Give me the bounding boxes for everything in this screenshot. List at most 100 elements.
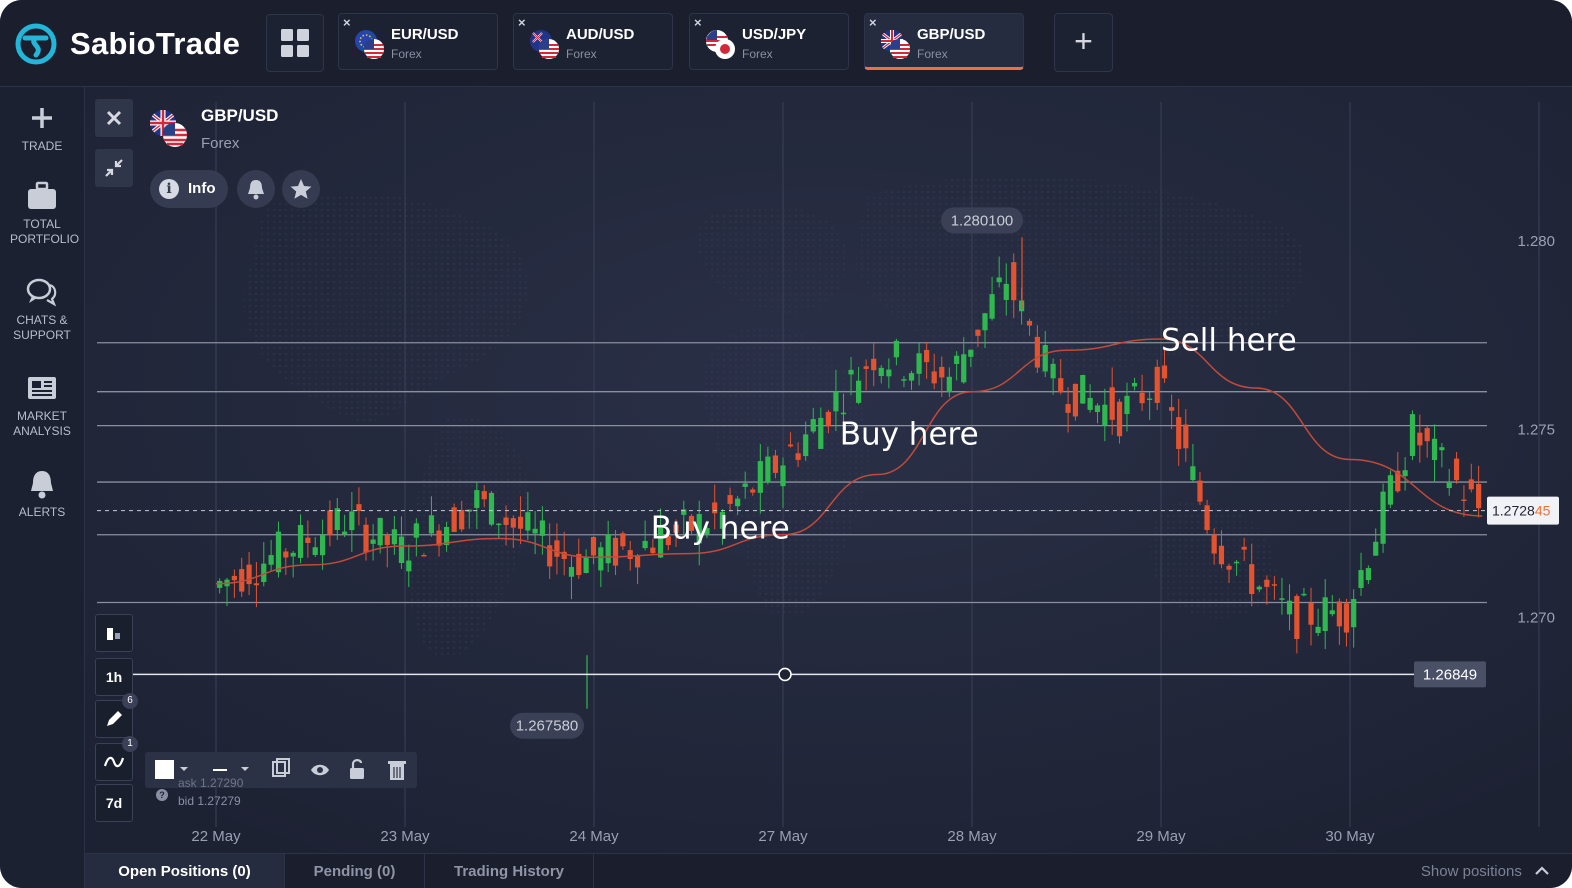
candle-body [1329,610,1335,615]
candle-body [246,564,252,585]
drawing-tools-button[interactable]: 6 [95,693,138,738]
tab-close-icon[interactable]: × [694,15,702,30]
candle-body [363,524,369,553]
candle-body [833,391,839,412]
tab-open-positions[interactable]: Open Positions (0) [85,854,285,888]
candle-body [954,355,960,364]
line-handle[interactable] [778,667,792,682]
y-tick-label: 1.275 [1517,421,1555,438]
low-marker-label: 1.267580 [516,718,579,735]
candle-body [290,552,296,557]
candle-body [848,369,854,375]
indicators-button[interactable]: 1 [95,736,138,781]
tab-close-icon[interactable]: × [518,15,526,30]
tab-trading-history[interactable]: Trading History [425,854,594,888]
candle-body [1218,545,1225,565]
candle-body [319,534,326,556]
x-tick-label: 24 May [569,828,619,845]
candle-body [327,510,333,536]
alert-button[interactable] [237,170,275,208]
range-button[interactable]: 7d [95,784,133,822]
x-tick-label: 28 May [947,828,997,845]
candle-body [1211,534,1217,554]
candle-body [908,373,915,381]
candle-body [1431,438,1438,460]
chart-type-button[interactable] [95,614,133,652]
chart-annotation: Buy here [840,416,979,452]
color-swatch[interactable] [155,760,174,779]
candle-body [939,366,945,378]
tab-close-icon[interactable]: × [343,15,351,30]
info-button[interactable]: i Info [150,170,228,208]
sidebar-item-chats-support[interactable]: CHATS & SUPPORT [0,275,84,343]
symbol-name: GBP/USD [201,106,279,125]
eye-icon[interactable] [311,764,329,776]
sidebar-item-alerts[interactable]: ALERTS [0,467,84,520]
candle-body [1183,424,1189,449]
candle-body [1468,479,1474,490]
candle-body [757,461,763,493]
layout-grid-button[interactable] [266,14,324,72]
bid-price: bid 1.27279 [178,794,241,808]
tab-gbp-usd[interactable]: × GBP/USD Forex [864,13,1024,70]
sidebar-item-market-analysis[interactable]: MARKET ANALYSIS [0,371,84,439]
candle-body [1102,404,1108,426]
sidebar-item-label: MARKET ANALYSIS [13,409,71,438]
candle-body [334,508,340,530]
drawing-count-badge: 6 [122,693,138,709]
tab-close-icon[interactable]: × [869,15,877,30]
tab-usd-jpy[interactable]: × USD/JPY Forex [689,13,849,70]
collapse-chart-button[interactable] [95,149,133,187]
candle-body [421,555,427,557]
sidebar: TRADE TOTAL PORTFOLIO CHATS & SUPPORT MA… [0,87,85,888]
tab-pair-label: USD/JPY [742,26,807,43]
show-positions-button[interactable]: Show positions [1421,854,1550,888]
candle-body [787,444,794,447]
chevron-down-icon[interactable] [180,767,188,771]
unlock-icon[interactable] [350,759,364,779]
candle-body [642,540,648,549]
candle-body [377,517,383,546]
candle-body [1058,378,1064,393]
candle-body [727,495,733,504]
favorite-button[interactable] [282,170,320,208]
candle-body [503,517,509,525]
candle-body [1439,447,1445,451]
candle-body [1161,365,1168,379]
candle-body [517,516,524,529]
timeframe-button[interactable]: 1h [95,658,133,696]
copy-icon[interactable] [272,758,290,777]
current-price-label: 1.272845 [1492,503,1551,519]
high-marker-label: 1.280100 [951,212,1014,229]
tab-eur-usd[interactable]: × EUR/USD Forex [338,13,498,70]
candle-body [1147,398,1153,400]
x-tick-label: 29 May [1136,828,1186,845]
candle-body [1026,320,1033,326]
tab-pending[interactable]: Pending (0) [285,854,425,888]
sidebar-item-total-portfolio[interactable]: TOTAL PORTFOLIO [0,179,84,247]
logo[interactable]: SabioTrade [14,22,240,66]
trash-icon[interactable] [388,761,406,780]
candle-body [1042,344,1048,372]
candle-body [283,551,289,558]
candle-body [627,550,633,559]
candle-body [1461,499,1467,502]
candle-body [856,380,862,403]
help-icon[interactable]: ? [156,789,168,801]
chevron-down-icon[interactable] [241,767,249,771]
sidebar-item-trade[interactable]: TRADE [0,101,84,154]
info-label: Info [188,180,216,197]
close-chart-button[interactable] [95,99,133,137]
candle-body [772,455,779,473]
candle-body [1380,491,1386,544]
candle-body [1011,262,1017,301]
add-tab-button[interactable]: + [1054,13,1113,72]
bell-icon [31,471,53,499]
tab-aud-usd[interactable]: × AUD/USD Forex [513,13,673,70]
candle-body [1080,375,1086,404]
us-jp-flag-icon [706,30,735,59]
candle-body [810,419,816,432]
sidebar-item-label: TRADE [21,139,63,153]
au-us-flag-icon [530,30,559,59]
candle-body [1271,584,1277,586]
